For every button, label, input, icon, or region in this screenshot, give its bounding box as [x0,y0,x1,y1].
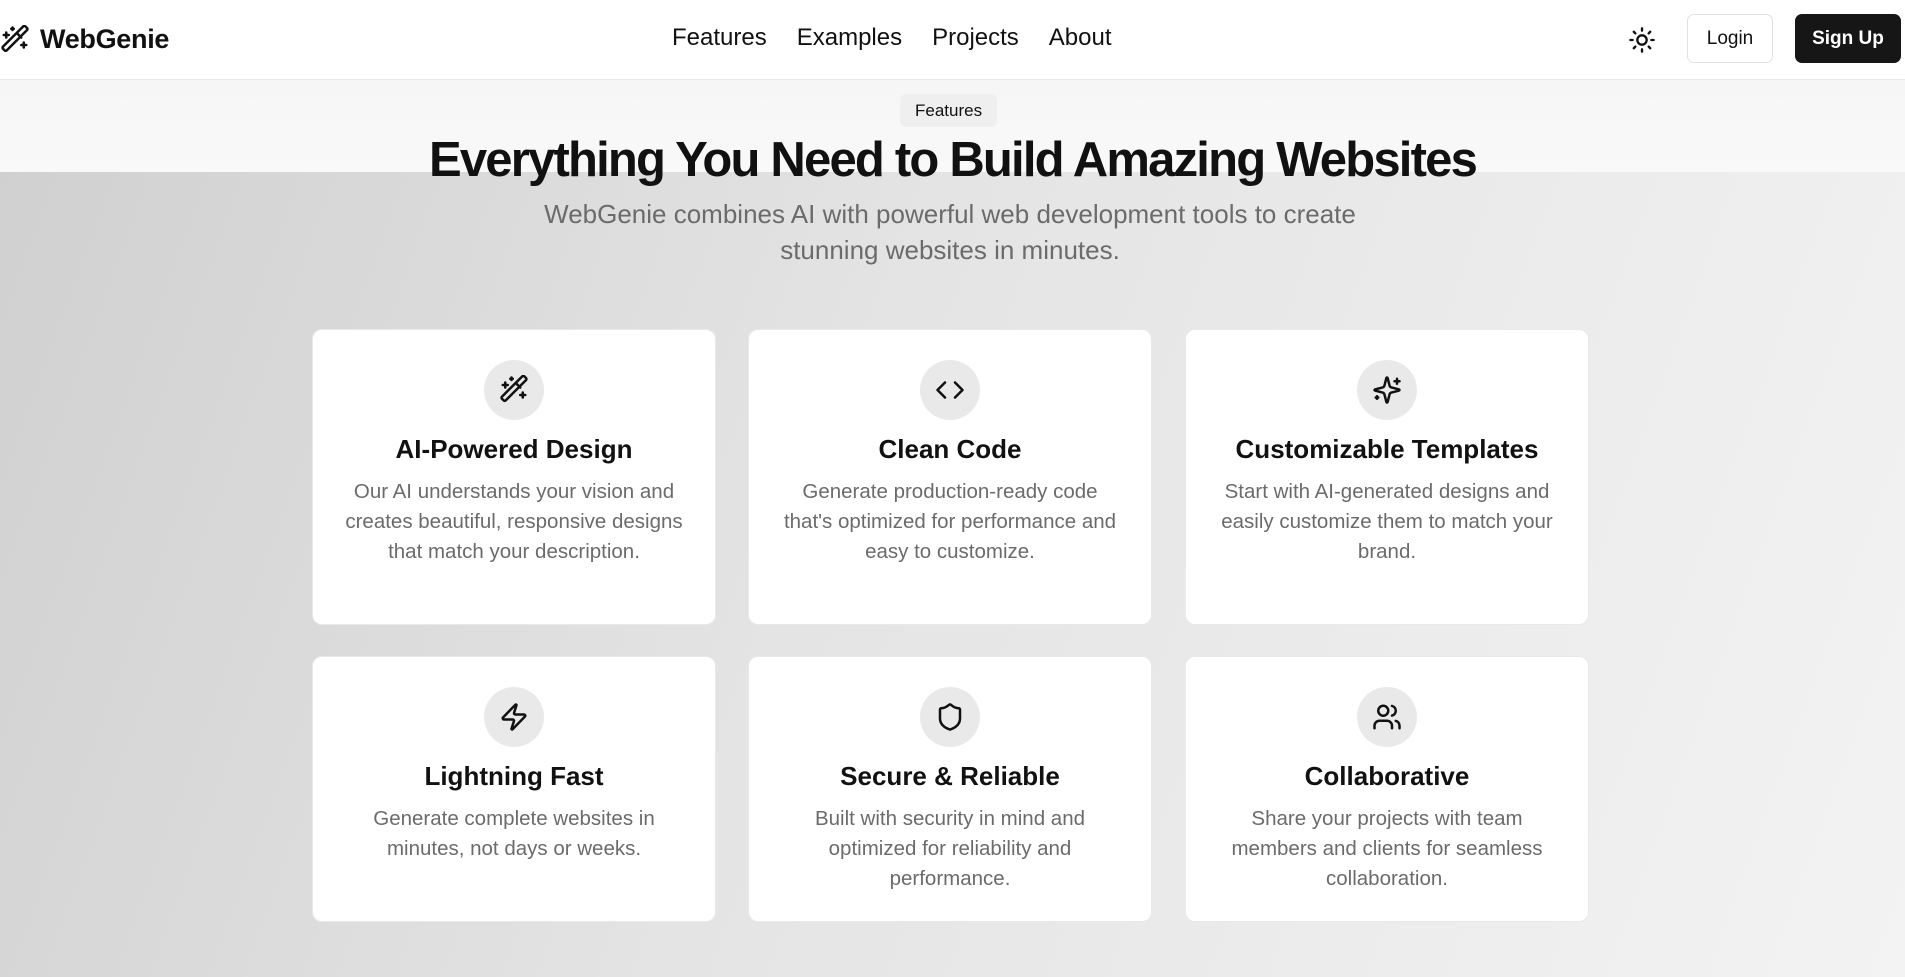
sparkles-icon [1373,376,1401,404]
feature-card-secure: Secure & Reliable Built with security in… [748,656,1152,922]
page-subtitle: WebGenie combines AI with powerful web d… [544,199,1356,265]
feature-icon-badge [1357,360,1417,420]
site-header: WebGenie Features Examples Projects Abou… [0,0,1905,80]
brand-logo[interactable]: WebGenie [0,24,169,55]
feature-card-lightning-fast: Lightning Fast Generate complete website… [312,656,716,922]
feature-description: Our AI understands your vision and creat… [345,480,683,563]
feature-card-clean-code: Clean Code Generate production-ready cod… [748,329,1152,625]
feature-title: Clean Code [878,434,1022,464]
nav-link-examples[interactable]: Examples [797,24,902,52]
signup-button[interactable]: Sign Up [1795,14,1901,63]
sun-icon[interactable] [1628,26,1656,54]
feature-description: Built with security in mind and optimize… [814,807,1086,890]
section-badge: Features [900,94,998,127]
users-icon [1373,704,1401,730]
magic-wand-icon [500,375,528,403]
login-button[interactable]: Login [1687,14,1773,63]
feature-title: Collaborative [1304,761,1470,791]
nav-link-projects[interactable]: Projects [932,24,1019,52]
feature-title: Secure & Reliable [840,761,1060,791]
feature-description: Generate production-ready code that's op… [783,480,1117,563]
feature-card-collaborative: Collaborative Share your projects with t… [1185,656,1589,922]
feature-icon-badge [920,687,980,747]
code-icon [936,381,964,399]
page-title: Everything You Need to Build Amazing Web… [428,133,1478,187]
feature-icon-badge [484,360,544,420]
feature-card-templates: Customizable Templates Start with AI-gen… [1185,329,1589,625]
feature-icon-badge [920,360,980,420]
nav-link-about[interactable]: About [1049,24,1112,52]
main-nav: Features Examples Projects About [672,24,1112,52]
magic-wand-icon [1,24,29,52]
feature-icon-badge [484,687,544,747]
brand-name: WebGenie [40,24,170,54]
shield-icon [938,703,962,731]
feature-card-ai-design: AI-Powered Design Our AI understands you… [312,329,716,625]
feature-title: Lightning Fast [424,761,604,791]
nav-link-features[interactable]: Features [672,24,767,52]
feature-icon-badge [1357,687,1417,747]
feature-description: Generate complete websites in minutes, n… [373,807,655,860]
feature-title: AI-Powered Design [395,434,633,464]
feature-description: Share your projects with team members an… [1231,807,1543,890]
lightning-icon [501,703,527,731]
feature-description: Start with AI-generated designs and easi… [1221,480,1553,563]
feature-title: Customizable Templates [1235,434,1539,464]
